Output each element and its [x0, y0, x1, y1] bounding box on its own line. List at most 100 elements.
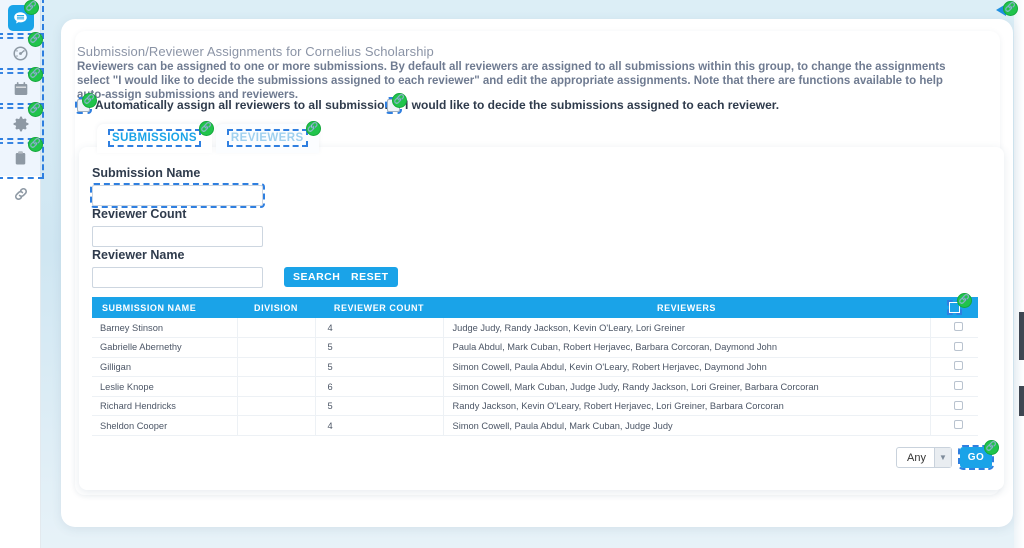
tab-reviewers[interactable]: REVIEWERS 🔗 — [215, 121, 321, 153]
annotation-badge: 🔗 — [28, 67, 43, 82]
annotation-badge: 🔗 — [198, 121, 214, 136]
cell-division — [237, 318, 316, 339]
option-auto-assign[interactable]: 🔗 Automatically assign all reviewers to … — [75, 92, 399, 114]
calendar-icon — [12, 80, 30, 98]
submission-name-label: Submission Name — [92, 166, 201, 180]
tab-bar: SUBMISSIONS 🔗 REVIEWERS 🔗 — [97, 121, 321, 153]
cell-division — [237, 357, 316, 378]
cell-reviewer-count: 5 — [315, 337, 444, 358]
reset-button[interactable]: RESET — [342, 267, 398, 287]
sidebar-item-logo[interactable]: 🔗 — [0, 0, 44, 39]
cell-reviewer-count: 5 — [315, 396, 444, 417]
tab-reviewers-label: REVIEWERS — [226, 129, 308, 147]
cell-submission-name: Sheldon Cooper — [92, 415, 238, 437]
row-checkbox[interactable] — [953, 420, 963, 430]
row-checkbox[interactable] — [953, 361, 963, 371]
annotation-badge: 🔗 — [28, 137, 43, 152]
chevron-down-icon: ▼ — [934, 448, 951, 467]
cell-reviewers: Simon Cowell, Paula Abdul, Mark Cuban, J… — [443, 415, 931, 437]
column-submission-name[interactable]: SUBMISSION NAME — [92, 297, 237, 318]
column-division[interactable]: DIVISION — [237, 297, 315, 318]
sidebar-item-settings[interactable]: 🔗 — [0, 102, 44, 144]
option-manual-assign[interactable]: 🔗 I would like to decide the submissions… — [385, 92, 780, 114]
chain-link-icon — [12, 185, 30, 203]
cell-reviewer-count: 6 — [315, 376, 444, 397]
table-row[interactable]: Gabrielle Abernethy 5 Paula Abdul, Mark … — [92, 337, 978, 358]
cell-submission-name: Leslie Knope — [92, 376, 238, 397]
table-row[interactable]: Barney Stinson 4 Judge Judy, Randy Jacks… — [92, 318, 978, 339]
reviewer-count-input[interactable] — [92, 226, 263, 247]
clipboard-icon — [12, 150, 29, 167]
row-checkbox[interactable] — [953, 322, 963, 332]
reviewer-name-input[interactable] — [92, 267, 263, 288]
tab-submissions[interactable]: SUBMISSIONS 🔗 — [97, 121, 214, 153]
reviewer-count-label: Reviewer Count — [92, 207, 187, 221]
reviewer-name-label: Reviewer Name — [92, 248, 185, 262]
tab-submissions-label: SUBMISSIONS — [108, 129, 201, 147]
scrollbar-thumb-secondary[interactable] — [1019, 386, 1024, 416]
table-row[interactable]: Leslie Knope 6 Simon Cowell, Mark Cuban,… — [92, 376, 978, 397]
page-description: Reviewers can be assigned to one or more… — [77, 61, 946, 102]
sidebar-item-clipboard[interactable]: 🔗 — [0, 137, 44, 179]
cell-division — [237, 337, 316, 358]
cell-reviewer-count: 4 — [315, 318, 444, 339]
app-root: 🔗 🔗 🔗 🔗 🔗 🔗 Submission/Reviewer Assignme… — [0, 0, 1024, 548]
table-header-row: SUBMISSION NAME DIVISION REVIEWER COUNT … — [92, 293, 978, 318]
cell-reviewers: Judge Judy, Randy Jackson, Kevin O'Leary… — [443, 318, 931, 339]
cell-row-select[interactable] — [930, 357, 978, 378]
gear-icon — [12, 115, 30, 133]
cell-reviewer-count: 4 — [315, 415, 444, 437]
row-checkbox[interactable] — [953, 381, 963, 391]
cell-submission-name: Richard Hendricks — [92, 396, 238, 417]
cell-row-select[interactable] — [930, 376, 978, 397]
annotation-badge: 🔗 — [28, 102, 43, 117]
annotation-badge: 🔗 — [24, 0, 39, 15]
table-row[interactable]: Gilligan 5 Simon Cowell, Paula Abdul, Ke… — [92, 357, 978, 378]
speedometer-icon — [11, 44, 30, 63]
cell-division — [237, 376, 316, 397]
cell-submission-name: Gilligan — [92, 357, 238, 378]
column-reviewers[interactable]: REVIEWERS — [443, 297, 930, 318]
cell-submission-name: Barney Stinson — [92, 318, 238, 339]
scrollbar-thumb[interactable] — [1019, 312, 1024, 360]
manual-assign-checkbox[interactable]: 🔗 — [385, 92, 407, 114]
go-button-label: GO — [967, 452, 985, 463]
table-row[interactable]: Sheldon Cooper 4 Simon Cowell, Paula Abd… — [92, 415, 978, 437]
page-title: Submission/Reviewer Assignments for Corn… — [77, 44, 434, 59]
search-button[interactable]: SEARCH — [284, 267, 350, 287]
assignment-mode-options: 🔗 Automatically assign all reviewers to … — [75, 92, 957, 116]
sidebar-item-dashboard[interactable]: 🔗 — [0, 32, 44, 74]
table-row[interactable]: Richard Hendricks 5 Randy Jackson, Kevin… — [92, 396, 978, 417]
bulk-action-controls: Any ▼ GO 🔗 — [896, 440, 999, 470]
auto-assign-checkbox[interactable]: 🔗 — [75, 92, 97, 114]
cell-row-select[interactable] — [930, 396, 978, 417]
annotation-badge: 🔗 — [957, 293, 972, 308]
row-checkbox[interactable] — [953, 400, 963, 410]
column-select-all[interactable]: 🔗 — [930, 293, 978, 318]
collapse-panel-button[interactable]: 🔗 — [996, 1, 1018, 18]
cell-row-select[interactable] — [930, 337, 978, 358]
sidebar-item-links[interactable] — [0, 176, 41, 211]
cell-row-select[interactable] — [930, 415, 978, 437]
annotation-badge: 🔗 — [984, 440, 999, 455]
cell-reviewers: Simon Cowell, Paula Abdul, Kevin O'Leary… — [443, 357, 931, 378]
cell-division — [237, 396, 316, 417]
submission-name-input[interactable] — [90, 183, 265, 208]
column-reviewer-count[interactable]: REVIEWER COUNT — [315, 297, 443, 318]
cell-reviewers: Paula Abdul, Mark Cuban, Robert Herjavec… — [443, 337, 931, 358]
annotation-badge: 🔗 — [305, 121, 321, 136]
annotation-badge: 🔗 — [28, 32, 43, 47]
bulk-action-select[interactable]: Any ▼ — [896, 447, 952, 468]
go-button[interactable]: GO 🔗 — [958, 440, 999, 470]
row-checkbox[interactable] — [953, 341, 963, 351]
sidebar: 🔗 🔗 🔗 🔗 🔗 — [0, 0, 44, 548]
table-body: Barney Stinson 4 Judge Judy, Randy Jacks… — [92, 318, 978, 437]
page-scrollbar[interactable] — [1014, 0, 1024, 548]
cell-reviewer-count: 5 — [315, 357, 444, 378]
cell-division — [237, 415, 316, 437]
option-auto-assign-label: Automatically assign all reviewers to al… — [95, 98, 399, 112]
cell-reviewers: Simon Cowell, Mark Cuban, Judge Judy, Ra… — [443, 376, 931, 397]
cell-row-select[interactable] — [930, 318, 978, 339]
option-manual-assign-label: I would like to decide the submissions a… — [405, 98, 780, 112]
sidebar-item-calendar[interactable]: 🔗 — [0, 67, 44, 109]
